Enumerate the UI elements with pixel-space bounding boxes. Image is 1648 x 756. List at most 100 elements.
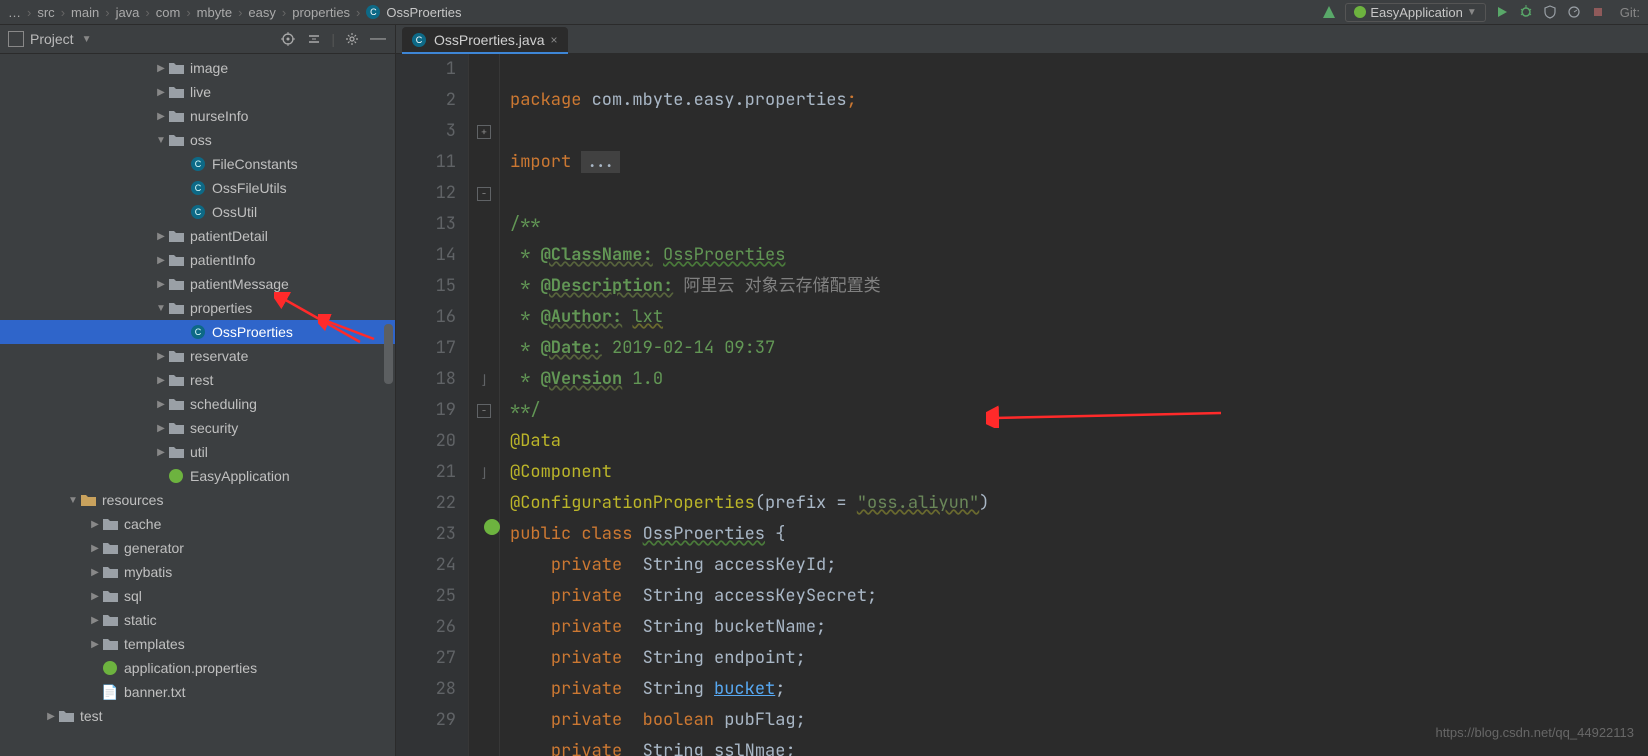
hide-icon[interactable]: — [369,30,387,48]
tree-item-label: banner.txt [124,684,186,700]
folder-icon [168,348,184,364]
stop-icon[interactable] [1590,4,1606,20]
tree-item-mybatis[interactable]: ▶mybatis [0,560,395,584]
project-panel-title[interactable]: Project ▼ [8,31,271,47]
editor-tab[interactable]: C OssProerties.java × [402,27,568,53]
chevron-down-icon[interactable]: ▼ [66,495,80,506]
crumb[interactable]: properties [292,5,350,20]
run-icon[interactable] [1494,4,1510,20]
folder-icon [102,588,118,604]
crumb[interactable]: java [116,5,140,20]
chevron-right-icon[interactable]: ▶ [88,639,102,650]
build-icon[interactable] [1321,4,1337,20]
chevron-down-icon[interactable]: ▼ [154,135,168,146]
fold-collapse-icon[interactable]: − [477,187,491,201]
close-icon[interactable]: × [550,33,557,47]
tree-item-easyapplication[interactable]: ▶EasyApplication [0,464,395,488]
tree-item-patientinfo[interactable]: ▶patientInfo [0,248,395,272]
locate-icon[interactable] [279,30,297,48]
chevron-right-icon[interactable]: ▶ [88,567,102,578]
chevron-right-icon[interactable]: ▶ [154,111,168,122]
tree-item-ossutil[interactable]: ▶COssUtil [0,200,395,224]
tree-item-security[interactable]: ▶ security [0,416,395,440]
crumb[interactable]: com [156,5,181,20]
crumb[interactable]: mbyte [197,5,232,20]
collapse-all-icon[interactable] [305,30,323,48]
tree-item-sql[interactable]: ▶sql [0,584,395,608]
chevron-right-icon[interactable]: ▶ [154,87,168,98]
tree-item-scheduling[interactable]: ▶scheduling [0,392,395,416]
chevron-right-icon[interactable]: ▶ [44,711,58,722]
tree-item-application-properties[interactable]: ▶application.properties [0,656,395,680]
coverage-icon[interactable] [1542,4,1558,20]
chevron-right-icon[interactable]: ▶ [154,423,168,434]
folder-icon [168,84,184,100]
project-tree[interactable]: ▶image▶live▶nurseInfo▼oss▶CFileConstants… [0,54,395,756]
crumb[interactable]: main [71,5,99,20]
chevron-right-icon[interactable]: ▶ [154,63,168,74]
crumb[interactable]: src [37,5,54,20]
fold-gutter[interactable]: + − ⌋ − ⌋ [468,54,500,756]
tree-item-ossfileutils[interactable]: ▶COssFileUtils [0,176,395,200]
tree-item-cache[interactable]: ▶cache [0,512,395,536]
tree-item-templates[interactable]: ▶templates [0,632,395,656]
chevron-right-icon[interactable]: ▶ [88,519,102,530]
folder-icon [168,396,184,412]
tree-item-static[interactable]: ▶static [0,608,395,632]
line-number: 22 [396,488,456,519]
gear-icon[interactable] [343,30,361,48]
tree-item-properties[interactable]: ▼properties [0,296,395,320]
tree-item-banner-txt[interactable]: ▶📄banner.txt [0,680,395,704]
debug-icon[interactable] [1518,4,1534,20]
tree-item-generator[interactable]: ▶generator [0,536,395,560]
tree-item-reservate[interactable]: ▶reservate [0,344,395,368]
crumb-current[interactable]: OssProerties [386,5,461,20]
code-content[interactable]: package com.mbyte.easy.properties; impor… [500,54,1648,756]
project-sidebar: Project ▼ | — [0,25,396,756]
tree-item-fileconstants[interactable]: ▶CFileConstants [0,152,395,176]
tree-item-rest[interactable]: ▶rest [0,368,395,392]
spring-gutter-icon[interactable] [484,519,500,535]
spring-icon [168,468,184,484]
tree-item-patientmessage[interactable]: ▶patientMessage [0,272,395,296]
folder-icon [102,612,118,628]
tree-item-test[interactable]: ▶ test [0,704,395,728]
chevron-right-icon[interactable]: ▶ [154,447,168,458]
tree-item-util[interactable]: ▶util [0,440,395,464]
tree-item-nurseinfo[interactable]: ▶nurseInfo [0,104,395,128]
chevron-down-icon[interactable]: ▼ [154,303,168,314]
tree-item-image[interactable]: ▶image [0,56,395,80]
chevron-right-icon[interactable]: ▶ [154,351,168,362]
crumb[interactable]: … [8,5,21,20]
chevron-right-icon[interactable]: ▶ [88,591,102,602]
profile-icon[interactable] [1566,4,1582,20]
folder-icon [168,252,184,268]
run-config-select[interactable]: EasyApplication ▼ [1345,3,1485,22]
tree-item-label: test [80,708,103,724]
code-editor[interactable]: 1231112131415161718192021222324252627282… [396,54,1648,756]
class-icon: C [190,180,206,196]
breadcrumb[interactable]: …› src› main› java› com› mbyte› easy› pr… [8,5,1321,20]
chevron-right-icon[interactable]: ▶ [154,231,168,242]
chevron-right-icon[interactable]: ▶ [88,615,102,626]
tree-item-label: OssUtil [212,204,257,220]
chevron-right-icon[interactable]: ▶ [154,279,168,290]
crumb[interactable]: easy [248,5,275,20]
scrollbar-thumb[interactable] [384,324,393,384]
tree-item-patientdetail[interactable]: ▶patientDetail [0,224,395,248]
tree-item-label: security [190,420,238,436]
chevron-right-icon[interactable]: ▶ [88,543,102,554]
tree-item-ossproerties[interactable]: ▶COssProerties [0,320,395,344]
chevron-right-icon[interactable]: ▶ [154,255,168,266]
tree-item-oss[interactable]: ▼oss [0,128,395,152]
fold-collapse-icon[interactable]: − [477,404,491,418]
chevron-right-icon[interactable]: ▶ [154,375,168,386]
tree-item-live[interactable]: ▶live [0,80,395,104]
fold-expand-icon[interactable]: + [477,125,491,139]
tree-item-label: OssProerties [212,324,293,340]
tree-item-resources[interactable]: ▼resources [0,488,395,512]
line-number: 12 [396,178,456,209]
fold-end-icon: ⌋ [480,457,488,488]
line-number: 2 [396,85,456,116]
chevron-right-icon[interactable]: ▶ [154,399,168,410]
